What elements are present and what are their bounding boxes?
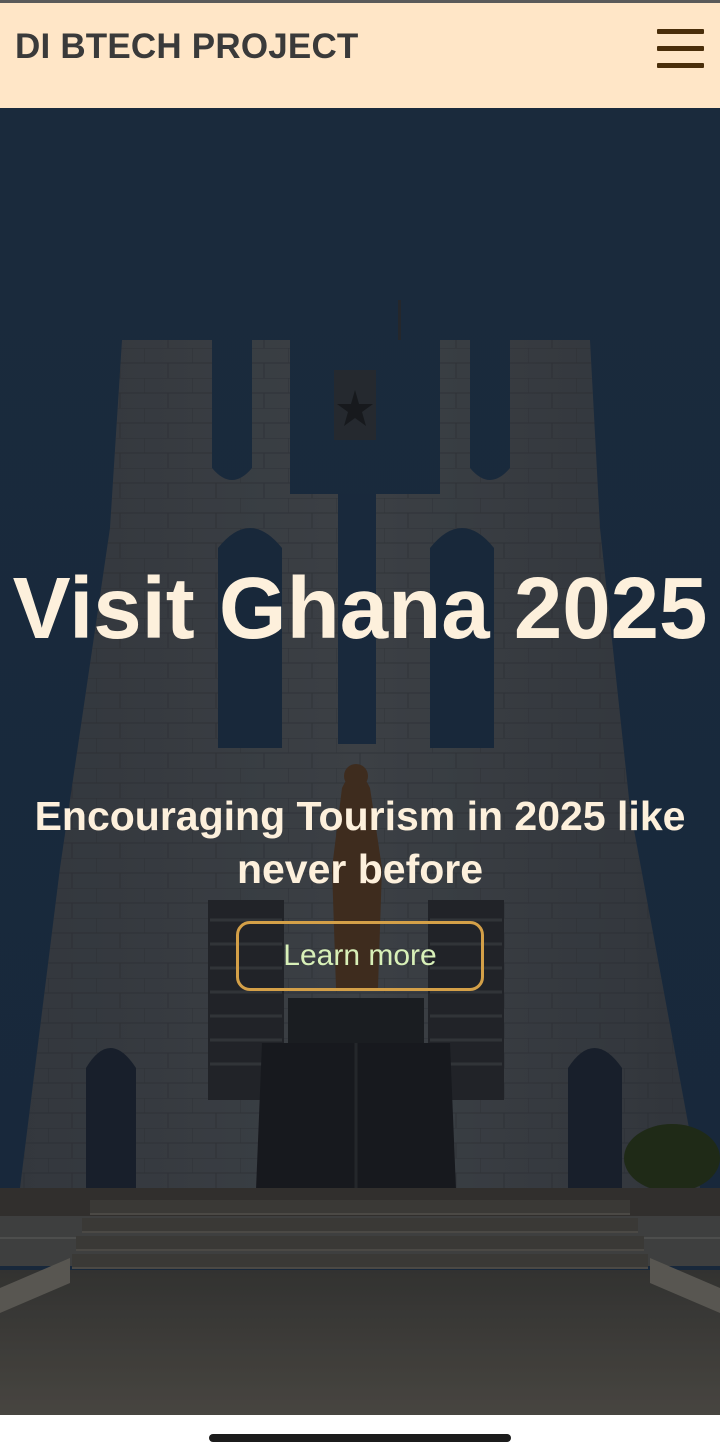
menu-bar-middle	[657, 46, 704, 51]
hero-dark-overlay	[0, 108, 720, 1415]
brand-title[interactable]: DI BTECH PROJECT	[15, 27, 359, 67]
home-indicator[interactable]	[209, 1434, 511, 1442]
hamburger-menu-icon[interactable]	[654, 27, 706, 71]
system-bottom-bar	[0, 1415, 720, 1452]
menu-bar-top	[657, 29, 704, 34]
hero-subtitle: Encouraging Tourism in 2025 like never b…	[34, 793, 686, 892]
hero-section: Visit Ghana 2025 Encouraging Tourism in …	[0, 108, 720, 1415]
navbar: DI BTECH PROJECT	[0, 3, 720, 108]
hero-title: Visit Ghana 2025	[12, 560, 708, 657]
learn-more-button[interactable]: Learn more	[236, 921, 484, 991]
menu-bar-bottom	[657, 63, 704, 68]
